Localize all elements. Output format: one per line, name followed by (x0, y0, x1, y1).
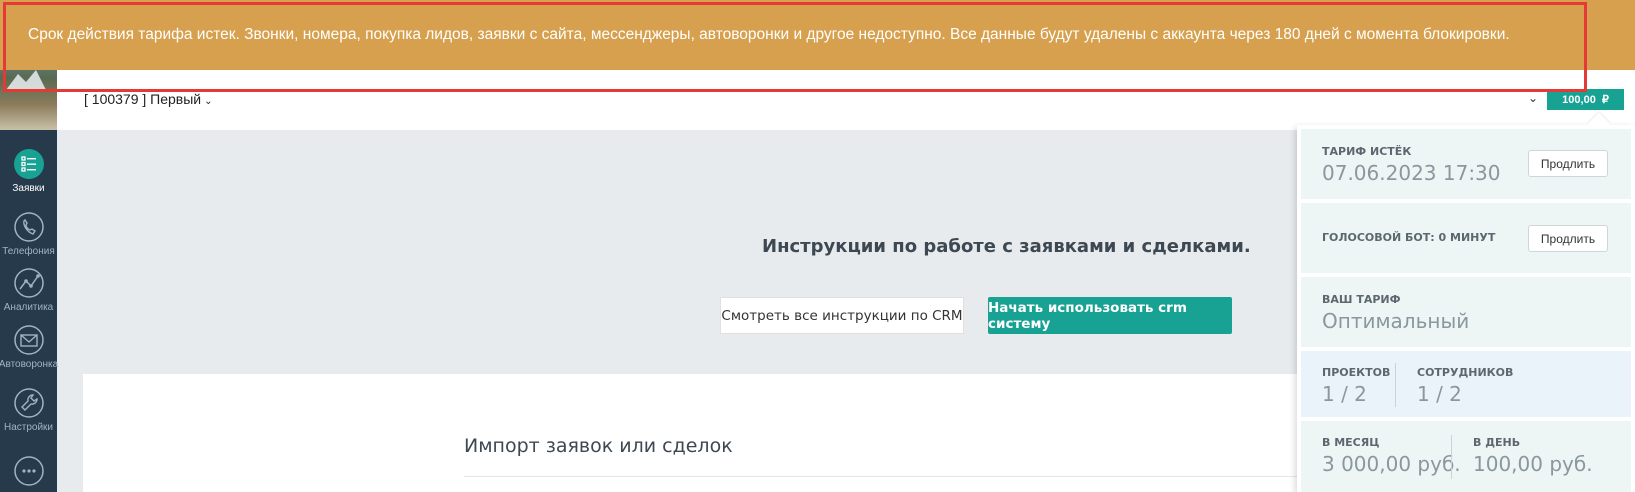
separator (1451, 435, 1452, 479)
prolong-tariff-button[interactable]: Продлить (1528, 150, 1608, 177)
sidebar-item-chat[interactable] (0, 455, 57, 490)
per-month-value: 3 000,00 руб. (1322, 452, 1461, 476)
start-crm-button[interactable]: Начать использовать crm систему (988, 297, 1232, 334)
project-selector[interactable]: [ 100379 ] Первый ⌄ (84, 91, 213, 107)
balance-value: 100,00 (1562, 93, 1596, 106)
sidebar-item-label: Аналитика (3, 302, 54, 313)
your-tariff-value: Оптимальный (1322, 309, 1470, 333)
sidebar-item-settings[interactable]: Настройки (0, 387, 57, 433)
projects-label: ПРОЕКТОВ (1322, 366, 1391, 379)
banner-text: Срок действия тарифа истек. Звонки, номе… (28, 26, 1510, 43)
voice-bot-label: ГОЛОСОВОЙ БОТ: 0 МИНУТ (1322, 231, 1496, 244)
import-card (83, 374, 1303, 492)
tariff-expired-banner: Срок действия тарифа истек. Звонки, номе… (0, 0, 1635, 70)
sidebar-item-autofunnel[interactable]: Автоворонка (0, 324, 58, 370)
prolong-voice-bot-button[interactable]: Продлить (1528, 225, 1608, 252)
instructions-title: Инструкции по работе с заявками и сделка… (762, 236, 1251, 257)
sidebar-item-analytics[interactable]: Аналитика (0, 267, 57, 313)
employees-label: СОТРУДНИКОВ (1417, 366, 1514, 379)
tariff-expired-date: 07.06.2023 17:30 (1322, 161, 1501, 185)
sidebar-item-label: Заявки (12, 183, 45, 194)
sidebar-item-telephony[interactable]: Телефония (0, 211, 57, 257)
ruble-icon: ₽ (1601, 94, 1609, 106)
chevron-down-icon: ⌄ (204, 96, 213, 107)
sidebar: Заявки Телефония Аналитика Автоворонка Н… (0, 0, 58, 492)
phone-icon (13, 212, 44, 242)
per-day-value: 100,00 руб. (1473, 452, 1593, 476)
employees-value: 1 / 2 (1417, 382, 1462, 406)
tariff-expired-label: ТАРИФ ИСТЁК (1322, 145, 1412, 158)
mail-icon (13, 325, 44, 355)
your-tariff-label: ВАШ ТАРИФ (1322, 293, 1401, 306)
analytics-icon (13, 268, 44, 298)
chevron-down-icon[interactable]: ⌄ (1528, 91, 1538, 105)
list-icon (13, 149, 44, 179)
project-name: [ 100379 ] Первый (84, 91, 202, 107)
sidebar-item-requests[interactable]: Заявки (0, 148, 57, 194)
per-day-label: В ДЕНЬ (1473, 436, 1521, 449)
import-title: Импорт заявок или сделок (464, 435, 733, 457)
divider (464, 476, 1304, 477)
wrench-icon (13, 388, 44, 418)
view-instructions-button[interactable]: Смотреть все инструкции по CRM (720, 297, 964, 334)
sidebar-item-label: Настройки (3, 422, 54, 433)
separator (1395, 363, 1396, 407)
chat-icon (13, 456, 44, 486)
balance-badge[interactable]: 100,00 ₽ (1547, 89, 1624, 110)
sidebar-item-label: Телефония (2, 246, 55, 257)
per-month-label: В МЕСЯЦ (1322, 436, 1380, 449)
sidebar-item-label: Автоворонка (0, 359, 59, 370)
projects-value: 1 / 2 (1322, 382, 1367, 406)
